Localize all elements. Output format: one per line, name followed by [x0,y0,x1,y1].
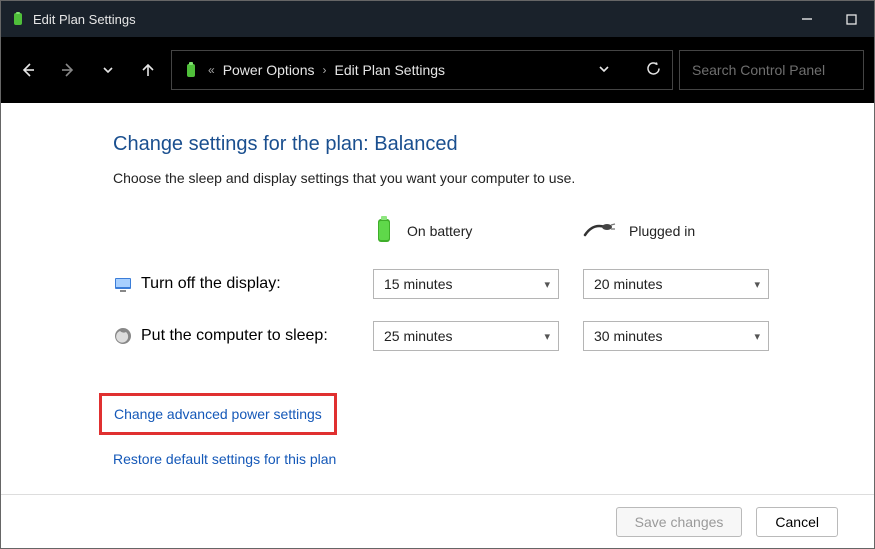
cancel-button[interactable]: Cancel [756,507,838,537]
search-input[interactable] [692,62,851,78]
main-content: Change settings for the plan: Balanced C… [1,103,874,473]
breadcrumb-expand-button[interactable] [597,62,611,79]
sleep-row: Put the computer to sleep: 25 minutes ▾ … [113,321,874,351]
column-headers: On battery Plugged in [113,214,874,247]
save-button: Save changes [616,507,743,537]
chevron-down-icon: ▾ [544,330,550,343]
sleep-battery-value: 25 minutes [384,328,452,344]
display-label: Turn off the display: [141,275,281,293]
chevron-down-icon: ▾ [754,278,760,291]
page-subtext: Choose the sleep and display settings th… [113,170,874,186]
display-icon [113,274,133,294]
display-battery-value: 15 minutes [384,276,452,292]
up-button[interactable] [131,53,165,87]
display-plugged-dropdown[interactable]: 20 minutes ▾ [583,269,769,299]
breadcrumb-current[interactable]: Edit Plan Settings [335,62,446,78]
window-title: Edit Plan Settings [33,12,136,27]
restore-defaults-link[interactable]: Restore default settings for this plan [113,451,336,467]
title-bar: Edit Plan Settings [1,1,874,37]
app-icon [11,12,25,26]
footer: Save changes Cancel [1,494,874,548]
chevron-down-icon: ▾ [754,330,760,343]
page-title: Change settings for the plan: Balanced [113,133,874,156]
sleep-plugged-dropdown[interactable]: 30 minutes ▾ [583,321,769,351]
plug-icon [583,219,617,242]
display-plugged-value: 20 minutes [594,276,662,292]
sleep-label: Put the computer to sleep: [141,327,328,345]
display-row: Turn off the display: 15 minutes ▾ 20 mi… [113,269,874,299]
sleep-icon [113,326,133,346]
breadcrumb[interactable]: « Power Options › Edit Plan Settings [171,50,673,90]
forward-button[interactable] [51,53,85,87]
highlight-annotation: Change advanced power settings [99,393,337,435]
recent-locations-button[interactable] [91,53,125,87]
refresh-button[interactable] [645,60,662,80]
address-bar: « Power Options › Edit Plan Settings [1,37,874,103]
chevron-right-icon: › [323,63,327,77]
search-box[interactable] [679,50,864,90]
battery-icon [182,62,200,78]
maximize-button[interactable] [829,1,874,37]
plugged-in-label: Plugged in [629,223,695,239]
advanced-settings-link[interactable]: Change advanced power settings [114,406,322,422]
minimize-button[interactable] [784,1,829,37]
display-battery-dropdown[interactable]: 15 minutes ▾ [373,269,559,299]
chevron-down-icon: ▾ [544,278,550,291]
sleep-plugged-value: 30 minutes [594,328,662,344]
back-button[interactable] [11,53,45,87]
breadcrumb-parent[interactable]: Power Options [223,62,315,78]
battery-icon [373,214,395,247]
on-battery-label: On battery [407,223,472,239]
chevron-left-icon: « [208,63,215,77]
sleep-battery-dropdown[interactable]: 25 minutes ▾ [373,321,559,351]
